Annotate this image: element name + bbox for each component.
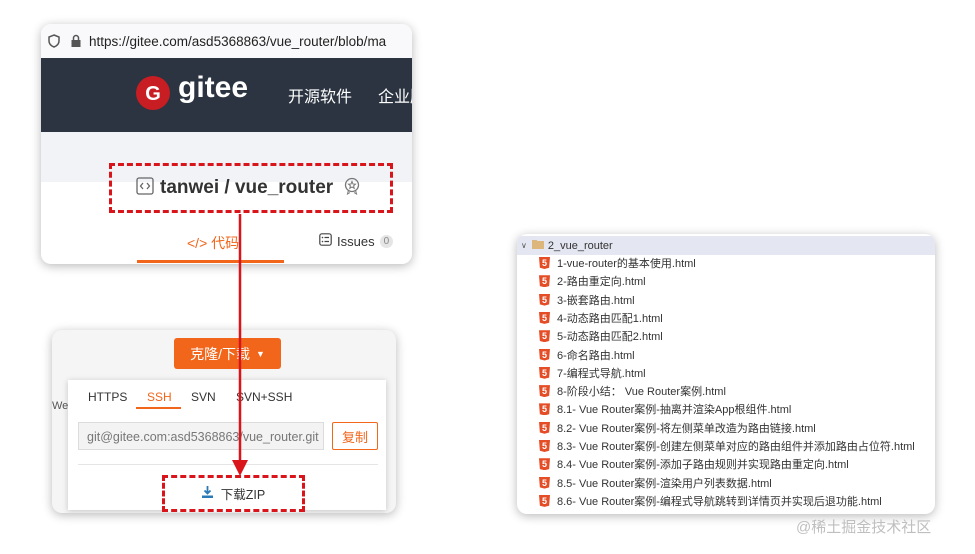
file-item[interactable]: 8.3- Vue Router案例-创建左侧菜单对应的路由组件并添加路由占位符.…	[539, 437, 915, 455]
file-item[interactable]: 7-编程式导航.html	[539, 364, 646, 382]
file-name: 8.1- Vue Router案例-抽离并渲染App根组件.html	[557, 404, 792, 417]
file-name: 8.6- Vue Router案例-编程式导航跳转到详情页并实现后退功能.htm…	[557, 495, 882, 508]
file-item[interactable]: 8-阶段小结： Vue Router案例.html	[539, 382, 726, 400]
file-name: 8.3- Vue Router案例-创建左侧菜单对应的路由组件并添加路由占位符.…	[557, 441, 915, 453]
file-name: 8.5- Vue Router案例-渲染用户列表数据.html	[557, 477, 772, 490]
file-name: 8.4- Vue Router案例-添加子路由规则并实现路由重定向.html	[557, 459, 849, 472]
file-item[interactable]: 4-动态路由匹配1.html	[539, 309, 663, 327]
file-name: 2-路由重定向.html	[557, 276, 646, 289]
html5-icon	[539, 385, 550, 398]
chevron-down-icon: ∨	[521, 241, 527, 250]
file-name: 7-编程式导航.html	[557, 367, 646, 380]
html5-icon	[539, 403, 550, 416]
file-item[interactable]: 8.2- Vue Router案例-将左侧菜单改造为路由链接.html	[539, 419, 816, 437]
file-name: 3-嵌套路由.html	[557, 294, 635, 307]
html5-icon	[539, 458, 550, 471]
file-item[interactable]: 3-嵌套路由.html	[539, 291, 635, 309]
file-name: 6-命名路由.html	[557, 349, 635, 362]
file-name: 8-阶段小结： Vue Router案例.html	[557, 386, 726, 399]
file-item[interactable]: 8.4- Vue Router案例-添加子路由规则并实现路由重定向.html	[539, 455, 849, 473]
html5-icon	[539, 293, 550, 306]
file-name: 1-vue-router的基本使用.html	[557, 258, 696, 270]
file-item[interactable]: 8.5- Vue Router案例-渲染用户列表数据.html	[539, 474, 772, 492]
html5-icon	[539, 476, 550, 489]
file-item[interactable]: 8.6- Vue Router案例-编程式导航跳转到详情页并实现后退功能.htm…	[539, 492, 882, 510]
file-item[interactable]: 8.1- Vue Router案例-抽离并渲染App根组件.html	[539, 400, 791, 418]
html5-icon	[539, 311, 550, 324]
html5-icon	[539, 494, 550, 507]
folder-row[interactable]: ∨ 2_vue_router	[517, 236, 935, 255]
html5-icon	[539, 348, 550, 361]
html5-icon	[539, 330, 550, 343]
html5-icon	[539, 440, 550, 452]
file-name: 4-动态路由匹配1.html	[557, 312, 663, 325]
folder-name: 2_vue_router	[547, 239, 613, 252]
html5-icon	[539, 421, 550, 434]
file-item[interactable]: 6-命名路由.html	[539, 346, 635, 364]
file-name: 8.2- Vue Router案例-将左侧菜单改造为路由链接.html	[557, 422, 816, 435]
file-name: 5-动态路由匹配2.html	[557, 331, 663, 344]
html5-icon	[539, 275, 550, 288]
watermark: @稀土掘金技术社区	[796, 519, 932, 536]
folder-icon	[531, 239, 544, 252]
html5-icon	[539, 366, 550, 379]
file-item[interactable]: 1-vue-router的基本使用.html	[539, 254, 696, 272]
html5-icon	[539, 257, 550, 269]
file-item[interactable]: 5-动态路由匹配2.html	[539, 327, 663, 345]
file-tree-panel: ∨ 2_vue_router 1-vue-router的基本使用.html 2-路…	[517, 234, 935, 514]
file-item[interactable]: 2-路由重定向.html	[539, 272, 646, 290]
